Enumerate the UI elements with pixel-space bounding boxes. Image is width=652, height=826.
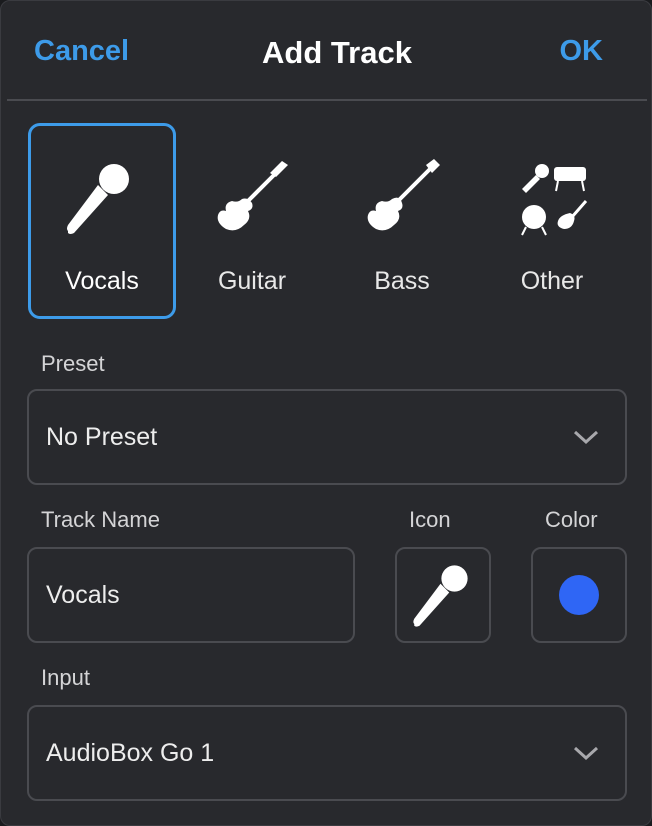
- chevron-down-icon: [573, 746, 599, 761]
- preset-dropdown[interactable]: No Preset: [27, 389, 627, 485]
- track-type-label: Vocals: [65, 267, 139, 295]
- add-track-dialog: Cancel Add Track OK Vocals Guitar Bass O…: [0, 0, 652, 826]
- track-type-label: Other: [520, 267, 584, 295]
- color-swatch: [559, 575, 599, 615]
- electric-guitar-icon: [217, 161, 288, 231]
- bass-guitar-icon: [367, 159, 440, 231]
- color-picker-button[interactable]: [531, 547, 627, 643]
- input-label: Input: [41, 665, 90, 690]
- track-name-label: Track Name: [41, 507, 160, 532]
- track-name-value: Vocals: [46, 580, 120, 609]
- header-divider: [7, 99, 647, 101]
- preset-value: No Preset: [46, 422, 158, 451]
- track-type-vocals[interactable]: Vocals: [28, 123, 176, 319]
- microphone-icon: [413, 565, 468, 627]
- ok-button[interactable]: OK: [560, 35, 604, 68]
- icon-label: Icon: [409, 507, 451, 532]
- track-name-field[interactable]: Vocals: [27, 547, 355, 643]
- input-value: AudioBox Go 1: [46, 738, 215, 767]
- icon-picker-button[interactable]: [395, 547, 491, 643]
- track-type-other[interactable]: Other: [478, 123, 626, 319]
- other-instruments-icon: [521, 164, 588, 236]
- microphone-icon: [67, 164, 129, 234]
- preset-label: Preset: [41, 351, 105, 376]
- track-type-bass[interactable]: Bass: [328, 123, 476, 319]
- dialog-title: Add Track: [262, 35, 412, 70]
- track-type-label: Guitar: [217, 267, 287, 295]
- track-type-label: Bass: [374, 267, 430, 295]
- color-label: Color: [545, 507, 598, 532]
- track-type-guitar[interactable]: Guitar: [178, 123, 326, 319]
- chevron-down-icon: [573, 430, 599, 445]
- dialog-header: Cancel Add Track OK: [1, 1, 651, 101]
- input-dropdown[interactable]: AudioBox Go 1: [27, 705, 627, 801]
